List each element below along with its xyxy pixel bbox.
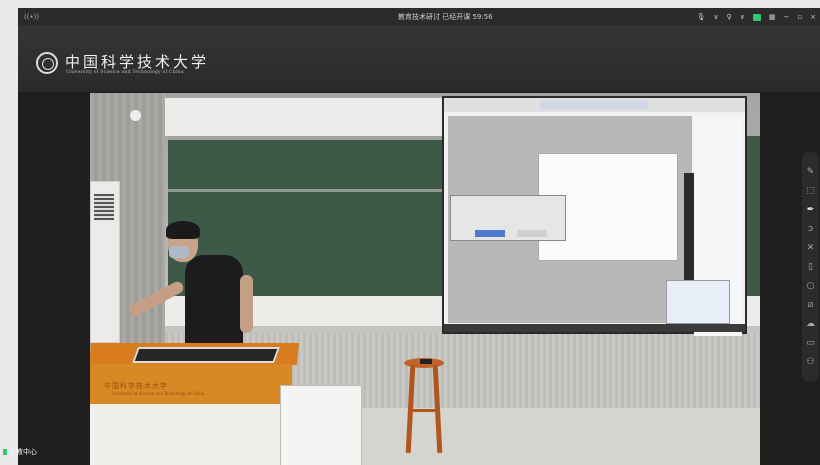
- user-icon[interactable]: ♀: [727, 8, 732, 26]
- projected-taskbar: [444, 324, 745, 332]
- title-controls: 🎙︎ ∨ ♀ ∨ ▦ − ▫ ×: [697, 8, 816, 26]
- upper-wall-panel: [165, 98, 450, 136]
- trash-icon[interactable]: ▯: [806, 263, 815, 272]
- window-title: 教育技术研讨 已经开课 59:56: [398, 13, 493, 21]
- projector-screen: [442, 96, 747, 336]
- cloud-icon[interactable]: ☁: [806, 320, 815, 329]
- projected-tab: [540, 101, 648, 109]
- pencil-icon[interactable]: ✎: [806, 168, 815, 177]
- minimize-button[interactable]: −: [784, 8, 790, 26]
- microphone-icon[interactable]: 🎙︎: [697, 8, 706, 26]
- grid-layout-icon[interactable]: ▦: [769, 8, 776, 26]
- close-button[interactable]: ×: [810, 8, 816, 26]
- podium-monitor: [132, 347, 280, 363]
- storage-bin: [280, 385, 362, 465]
- drawing-tool-rail: ✎ ⬚ ✒ ↄ ✕ ▯ ○ ⧄ ☁ ▭ ⚇: [802, 152, 819, 382]
- source-label: 哥教中心: [3, 448, 37, 457]
- university-emblem-icon: [36, 52, 58, 74]
- record-status-icon[interactable]: [752, 13, 761, 21]
- podium-logo-english: University of Science and Technology of …: [112, 391, 205, 396]
- mic-active-icon: [3, 449, 7, 455]
- projected-dialog-cancel: [517, 230, 547, 237]
- phone-on-stool: [420, 359, 432, 364]
- pen-icon[interactable]: ✒: [806, 206, 815, 215]
- air-conditioner: [90, 181, 120, 343]
- teacher-hair: [166, 221, 200, 239]
- restore-button[interactable]: ▫: [797, 8, 802, 26]
- projected-dialog: [450, 195, 566, 241]
- mic-chevron-down-icon[interactable]: ∨: [713, 8, 718, 26]
- classroom-video-feed: 中国科学技术大学 University of Science and Techn…: [90, 93, 760, 465]
- circle-icon[interactable]: ○: [806, 282, 815, 291]
- university-banner: 中国科学技术大学 University of Science and Techn…: [18, 26, 820, 92]
- ac-vent: [94, 194, 114, 220]
- podium-logo-chinese: 中国科学技术大学: [104, 382, 168, 390]
- classroom-window: ((•)) 教育技术研讨 已经开课 59:56 🎙︎ ∨ ♀ ∨ ▦ − ▫ ×…: [18, 8, 820, 465]
- select-icon[interactable]: ⬚: [806, 187, 815, 196]
- lasso-icon[interactable]: ↄ: [806, 225, 815, 234]
- blackboard-right: [745, 136, 760, 296]
- teacher-shirt: [185, 255, 243, 350]
- source-label-text: 哥教中心: [9, 448, 37, 456]
- podium-cabinet: [90, 404, 286, 465]
- title-bar: ((•)) 教育技术研讨 已经开课 59:56 🎙︎ ∨ ♀ ∨ ▦ − ▫ ×: [18, 8, 820, 26]
- edit-icon[interactable]: ⧄: [806, 301, 815, 310]
- close-icon[interactable]: ✕: [806, 244, 815, 253]
- logo-english: University of Science and Technology of …: [66, 70, 184, 75]
- teacher-right-arm: [240, 275, 253, 333]
- face-mask: [169, 246, 189, 258]
- stool-rung: [410, 409, 438, 412]
- user-chevron-down-icon[interactable]: ∨: [740, 8, 745, 26]
- projected-popup: [666, 280, 730, 324]
- logo-chinese: 中国科学技术大学: [65, 53, 210, 71]
- briefcase-icon[interactable]: ▭: [806, 339, 815, 348]
- projected-browser-header: [444, 98, 745, 112]
- ceiling-camera-icon: [130, 110, 141, 121]
- projected-dialog-ok: [475, 230, 505, 237]
- blackboard-rail: [168, 189, 450, 192]
- users-icon[interactable]: ⚇: [806, 358, 815, 367]
- broadcast-icon[interactable]: ((•)): [24, 8, 39, 26]
